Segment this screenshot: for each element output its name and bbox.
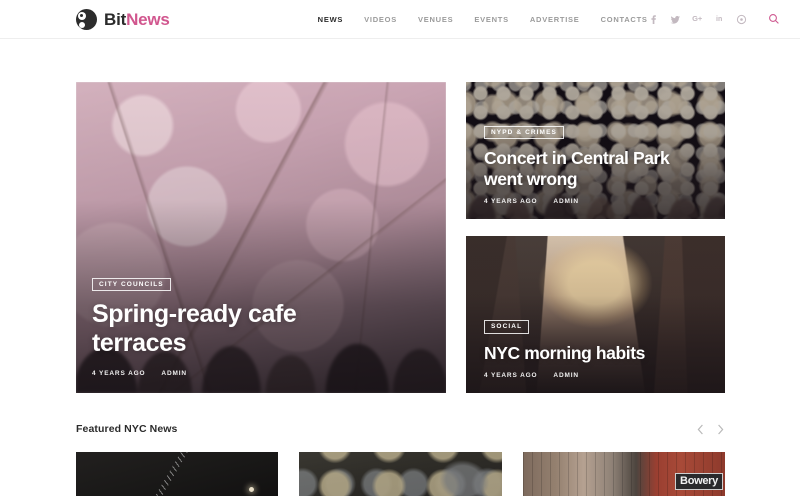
hero-right-column: NYPD & CRIMES Concert in Central Park we… [466,82,725,393]
hero-secondary-1-meta: 4 YEARS AGO ADMIN [484,198,707,205]
featured-thumb-3[interactable]: Bowery [522,452,725,496]
hero-left-column: CITY COUNCILS Spring-ready cafe terraces… [76,82,446,393]
site-header: BitNews NEWS VIDEOS VENUES EVENTS ADVERT… [0,0,800,39]
post-author[interactable]: ADMIN [161,370,187,377]
post-author[interactable]: ADMIN [553,198,579,205]
hero-main-content: CITY COUNCILS Spring-ready cafe terraces… [76,273,446,394]
dark-night-image [299,452,502,496]
bowery-sign-text: Bowery [675,473,723,491]
main-navigation: NEWS VIDEOS VENUES EVENTS ADVERTISE CONT… [318,15,648,24]
post-time: 4 YEARS AGO [92,370,146,377]
nav-item-venues[interactable]: VENUES [418,15,453,24]
hero-main-title[interactable]: Spring-ready cafe terraces [92,300,392,358]
search-icon[interactable] [768,13,781,26]
featured-thumb-1[interactable] [76,452,279,496]
twitter-icon[interactable] [670,14,681,25]
chevron-left-icon[interactable] [695,423,705,436]
category-badge[interactable]: CITY COUNCILS [92,277,171,291]
hero-secondary-2-meta: 4 YEARS AGO ADMIN [484,372,707,379]
nav-item-events[interactable]: EVENTS [474,15,509,24]
category-badge[interactable]: SOCIAL [484,320,530,334]
nav-item-contacts[interactable]: CONTACTS [601,15,648,24]
hero-secondary-2-content: SOCIAL NYC morning habits 4 YEARS AGO AD… [466,315,725,393]
nav-item-videos[interactable]: VIDEOS [364,15,397,24]
featured-thumbnail-row: Bowery [0,452,800,496]
facebook-icon[interactable] [648,14,659,25]
logo-text: BitNews [104,11,170,28]
hero-section: CITY COUNCILS Spring-ready cafe terraces… [0,39,800,393]
hero-secondary-card-1[interactable]: NYPD & CRIMES Concert in Central Park we… [466,82,725,219]
featured-section-header: Featured NYC News [0,418,800,440]
site-logo[interactable]: BitNews [76,8,170,30]
hero-secondary-card-2[interactable]: SOCIAL NYC morning habits 4 YEARS AGO AD… [466,236,725,393]
night-crane-image [76,452,279,496]
post-time: 4 YEARS AGO [484,372,538,379]
carousel-controls [695,423,725,436]
panda-circle-logo-icon [76,8,97,30]
nav-item-advertise[interactable]: ADVERTISE [530,15,580,24]
hero-grid: CITY COUNCILS Spring-ready cafe terraces… [76,82,725,393]
chevron-right-icon[interactable] [715,423,725,436]
hero-secondary-2-title[interactable]: NYC morning habits [484,343,707,363]
hero-main-card[interactable]: CITY COUNCILS Spring-ready cafe terraces… [76,82,446,393]
linkedin-icon[interactable]: in [714,14,725,25]
pinterest-icon[interactable] [736,14,747,25]
hero-secondary-1-title[interactable]: Concert in Central Park went wrong [484,148,707,189]
nav-item-news[interactable]: NEWS [318,15,344,24]
post-author[interactable]: ADMIN [553,372,579,379]
category-badge[interactable]: NYPD & CRIMES [484,125,564,140]
post-time: 4 YEARS AGO [484,198,538,205]
featured-title: Featured NYC News [76,423,178,435]
featured-thumb-2[interactable] [299,452,502,496]
hero-secondary-1-content: NYPD & CRIMES Concert in Central Park we… [466,121,725,219]
logo-text-second: News [126,9,170,29]
header-social-bar: G+ in [648,13,781,26]
hero-main-meta: 4 YEARS AGO ADMIN [92,370,422,377]
logo-text-first: Bit [104,9,127,29]
google-plus-icon[interactable]: G+ [692,14,703,25]
